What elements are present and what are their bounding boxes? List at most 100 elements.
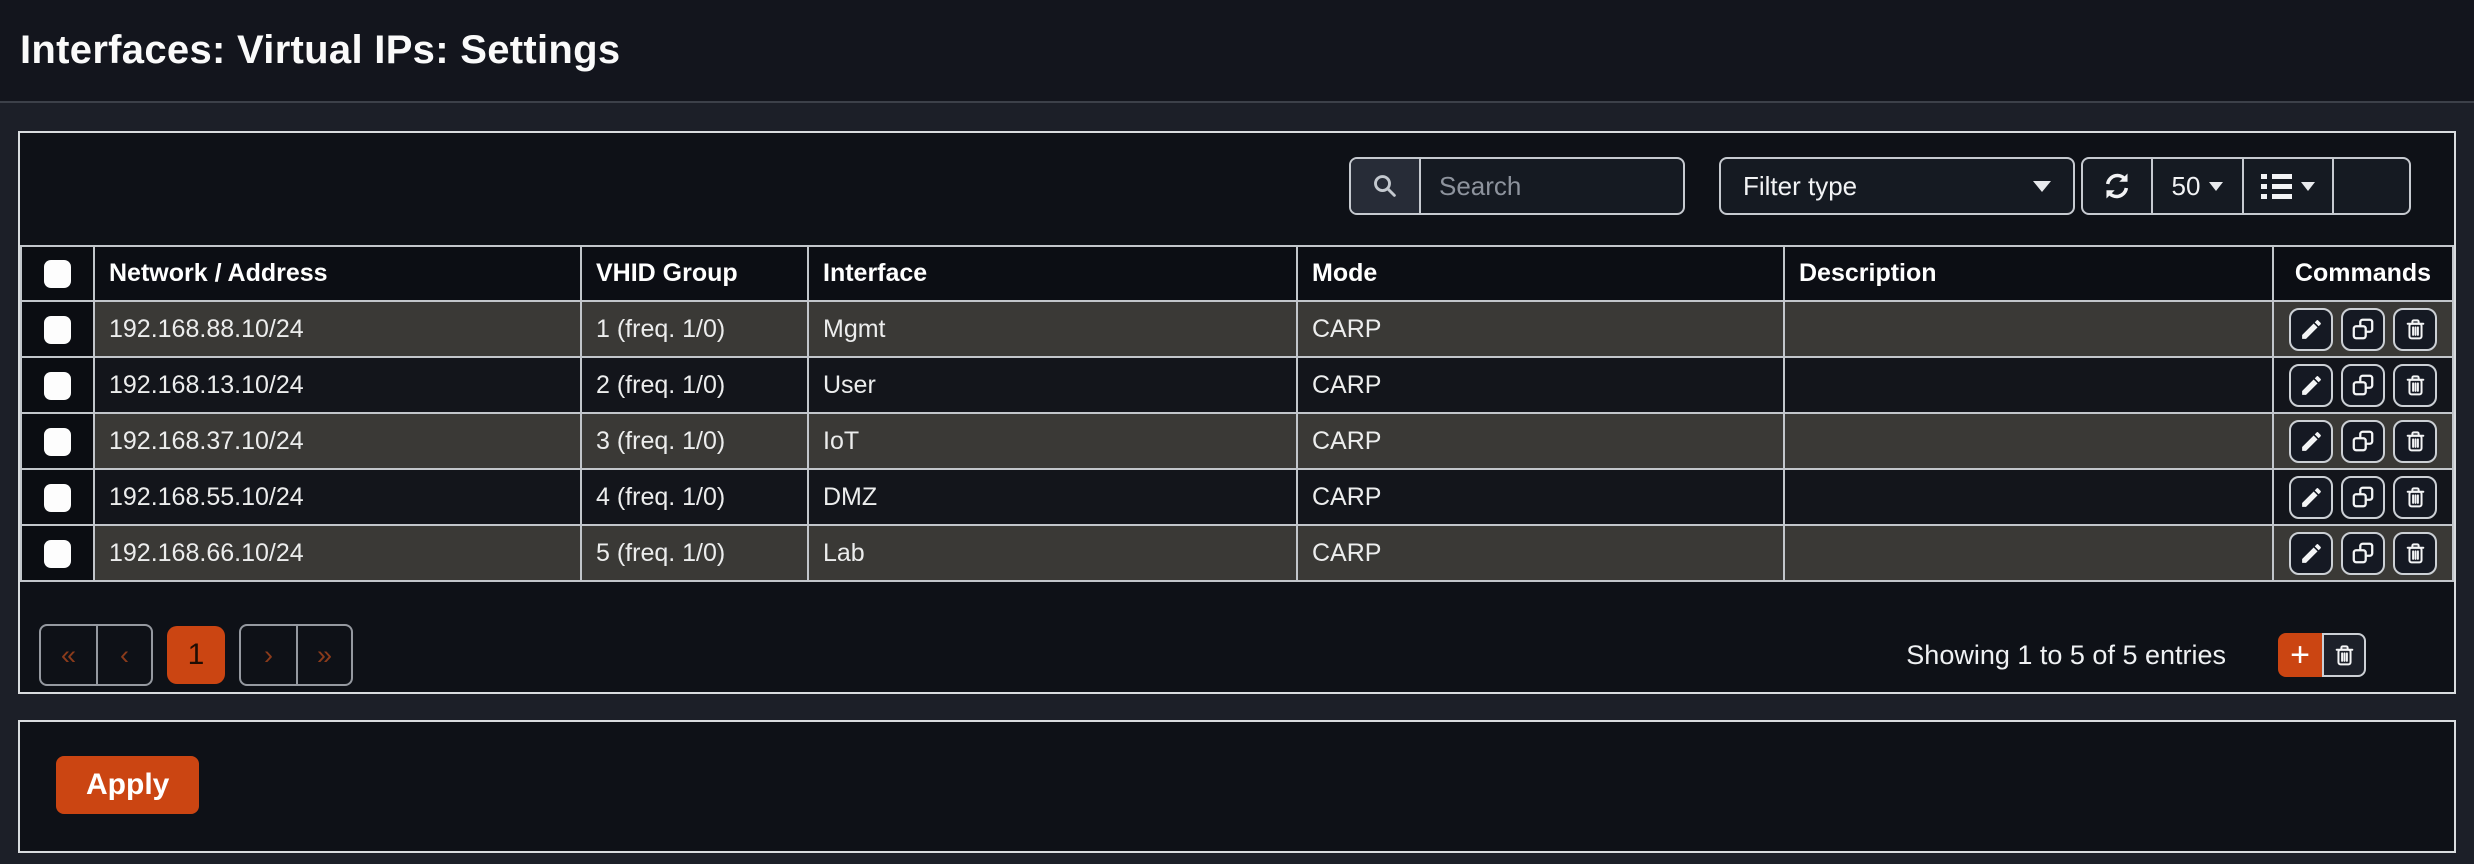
clone-button[interactable] [2341, 532, 2385, 575]
showing-entries-text: Showing 1 to 5 of 5 entries [1906, 640, 2226, 671]
grid-footer-right: Showing 1 to 5 of 5 entries + [1906, 633, 2366, 677]
clone-icon [2350, 484, 2376, 510]
row-checkbox[interactable] [44, 372, 71, 400]
search-input[interactable] [1421, 159, 1683, 213]
select-all-checkbox[interactable] [44, 260, 71, 288]
page-size-select[interactable]: 50 [2151, 159, 2242, 213]
column-header-interface: Interface [808, 246, 1297, 301]
cell-description [1784, 301, 2273, 357]
cell-network-address: 192.168.13.10/24 [94, 357, 581, 413]
cell-description [1784, 357, 2273, 413]
grid-footer: « ‹ 1 › » Showing 1 to 5 of 5 entries + [20, 582, 2454, 692]
chevron-down-icon [2033, 181, 2051, 192]
edit-button[interactable] [2289, 308, 2333, 351]
row-select-cell [21, 301, 94, 357]
table-row: 192.168.37.10/24 3 (freq. 1/0) IoT CARP [21, 413, 2453, 469]
clone-button[interactable] [2341, 308, 2385, 351]
clone-icon [2350, 372, 2376, 398]
cell-interface: Mgmt [808, 301, 1297, 357]
column-header-network: Network / Address [94, 246, 581, 301]
chevron-down-icon [2209, 182, 2223, 191]
edit-button[interactable] [2289, 532, 2333, 575]
plus-icon: + [2290, 638, 2310, 672]
clone-button[interactable] [2341, 420, 2385, 463]
cell-vhid-group: 3 (freq. 1/0) [581, 413, 808, 469]
pencil-icon [2299, 317, 2324, 342]
delete-button[interactable] [2393, 420, 2437, 463]
delete-button[interactable] [2393, 532, 2437, 575]
first-page-button[interactable]: « [41, 626, 96, 684]
edit-button[interactable] [2289, 476, 2333, 519]
trash-icon [2403, 485, 2428, 510]
add-button[interactable]: + [2278, 633, 2322, 677]
grid-toolbar: Filter type 50 [20, 133, 2454, 245]
trash-icon [2332, 643, 2357, 668]
trash-icon [2403, 541, 2428, 566]
cell-vhid-group: 2 (freq. 1/0) [581, 357, 808, 413]
delete-button[interactable] [2393, 364, 2437, 407]
row-select-cell [21, 413, 94, 469]
cell-commands [2273, 357, 2453, 413]
row-checkbox[interactable] [44, 428, 71, 456]
cell-commands [2273, 301, 2453, 357]
table-row: 192.168.13.10/24 2 (freq. 1/0) User CARP [21, 357, 2453, 413]
cell-interface: DMZ [808, 469, 1297, 525]
cell-mode: CARP [1297, 469, 1784, 525]
delete-button[interactable] [2393, 308, 2437, 351]
column-header-mode: Mode [1297, 246, 1784, 301]
clone-button[interactable] [2341, 476, 2385, 519]
cell-interface: User [808, 357, 1297, 413]
cell-vhid-group: 1 (freq. 1/0) [581, 301, 808, 357]
delete-selected-button[interactable] [2322, 633, 2366, 677]
previous-page-button[interactable]: ‹ [96, 626, 151, 684]
next-page-button[interactable]: › [241, 626, 296, 684]
columns-select-button[interactable] [2242, 159, 2332, 213]
pencil-icon [2299, 429, 2324, 454]
row-checkbox[interactable] [44, 316, 71, 344]
cell-description [1784, 413, 2273, 469]
cell-network-address: 192.168.88.10/24 [94, 301, 581, 357]
apply-panel: Apply [18, 720, 2456, 853]
pagination: « ‹ 1 › » [39, 624, 353, 686]
filter-type-label: Filter type [1743, 171, 1857, 202]
row-select-cell [21, 469, 94, 525]
column-header-vhid-group: VHID Group [581, 246, 808, 301]
page-title: Interfaces: Virtual IPs: Settings [20, 28, 620, 73]
chevron-down-icon [2301, 182, 2315, 191]
row-checkbox[interactable] [44, 484, 71, 512]
vip-table-body: 192.168.88.10/24 1 (freq. 1/0) Mgmt CARP [21, 301, 2453, 581]
trash-icon [2403, 317, 2428, 342]
last-page-button[interactable]: » [296, 626, 351, 684]
cell-network-address: 192.168.66.10/24 [94, 525, 581, 581]
row-checkbox[interactable] [44, 540, 71, 568]
page-size-value: 50 [2172, 171, 2201, 202]
clone-icon [2350, 428, 2376, 454]
cell-description [1784, 469, 2273, 525]
grid-actions-group: 50 [2081, 157, 2411, 215]
cell-mode: CARP [1297, 357, 1784, 413]
pagination-back-group: « ‹ [39, 624, 153, 686]
cell-commands [2273, 525, 2453, 581]
filter-type-select[interactable]: Filter type [1719, 157, 2075, 215]
cell-vhid-group: 5 (freq. 1/0) [581, 525, 808, 581]
cell-description [1784, 525, 2273, 581]
clone-button[interactable] [2341, 364, 2385, 407]
edit-button[interactable] [2289, 420, 2333, 463]
current-page-button[interactable]: 1 [167, 626, 225, 684]
edit-button[interactable] [2289, 364, 2333, 407]
clone-icon [2350, 540, 2376, 566]
pencil-icon [2299, 485, 2324, 510]
blank-toolbar-button[interactable] [2332, 159, 2409, 213]
trash-icon [2403, 429, 2428, 454]
page-header: Interfaces: Virtual IPs: Settings [0, 0, 2474, 103]
column-header-commands: Commands [2273, 246, 2453, 301]
list-icon [2261, 174, 2292, 199]
delete-button[interactable] [2393, 476, 2437, 519]
apply-button[interactable]: Apply [56, 756, 199, 814]
table-header-row: Network / Address VHID Group Interface M… [21, 246, 2453, 301]
search-button[interactable] [1351, 159, 1421, 213]
search-icon [1370, 171, 1400, 201]
virtual-ips-grid-panel: Filter type 50 [18, 131, 2456, 694]
column-header-description: Description [1784, 246, 2273, 301]
refresh-button[interactable] [2083, 159, 2151, 213]
